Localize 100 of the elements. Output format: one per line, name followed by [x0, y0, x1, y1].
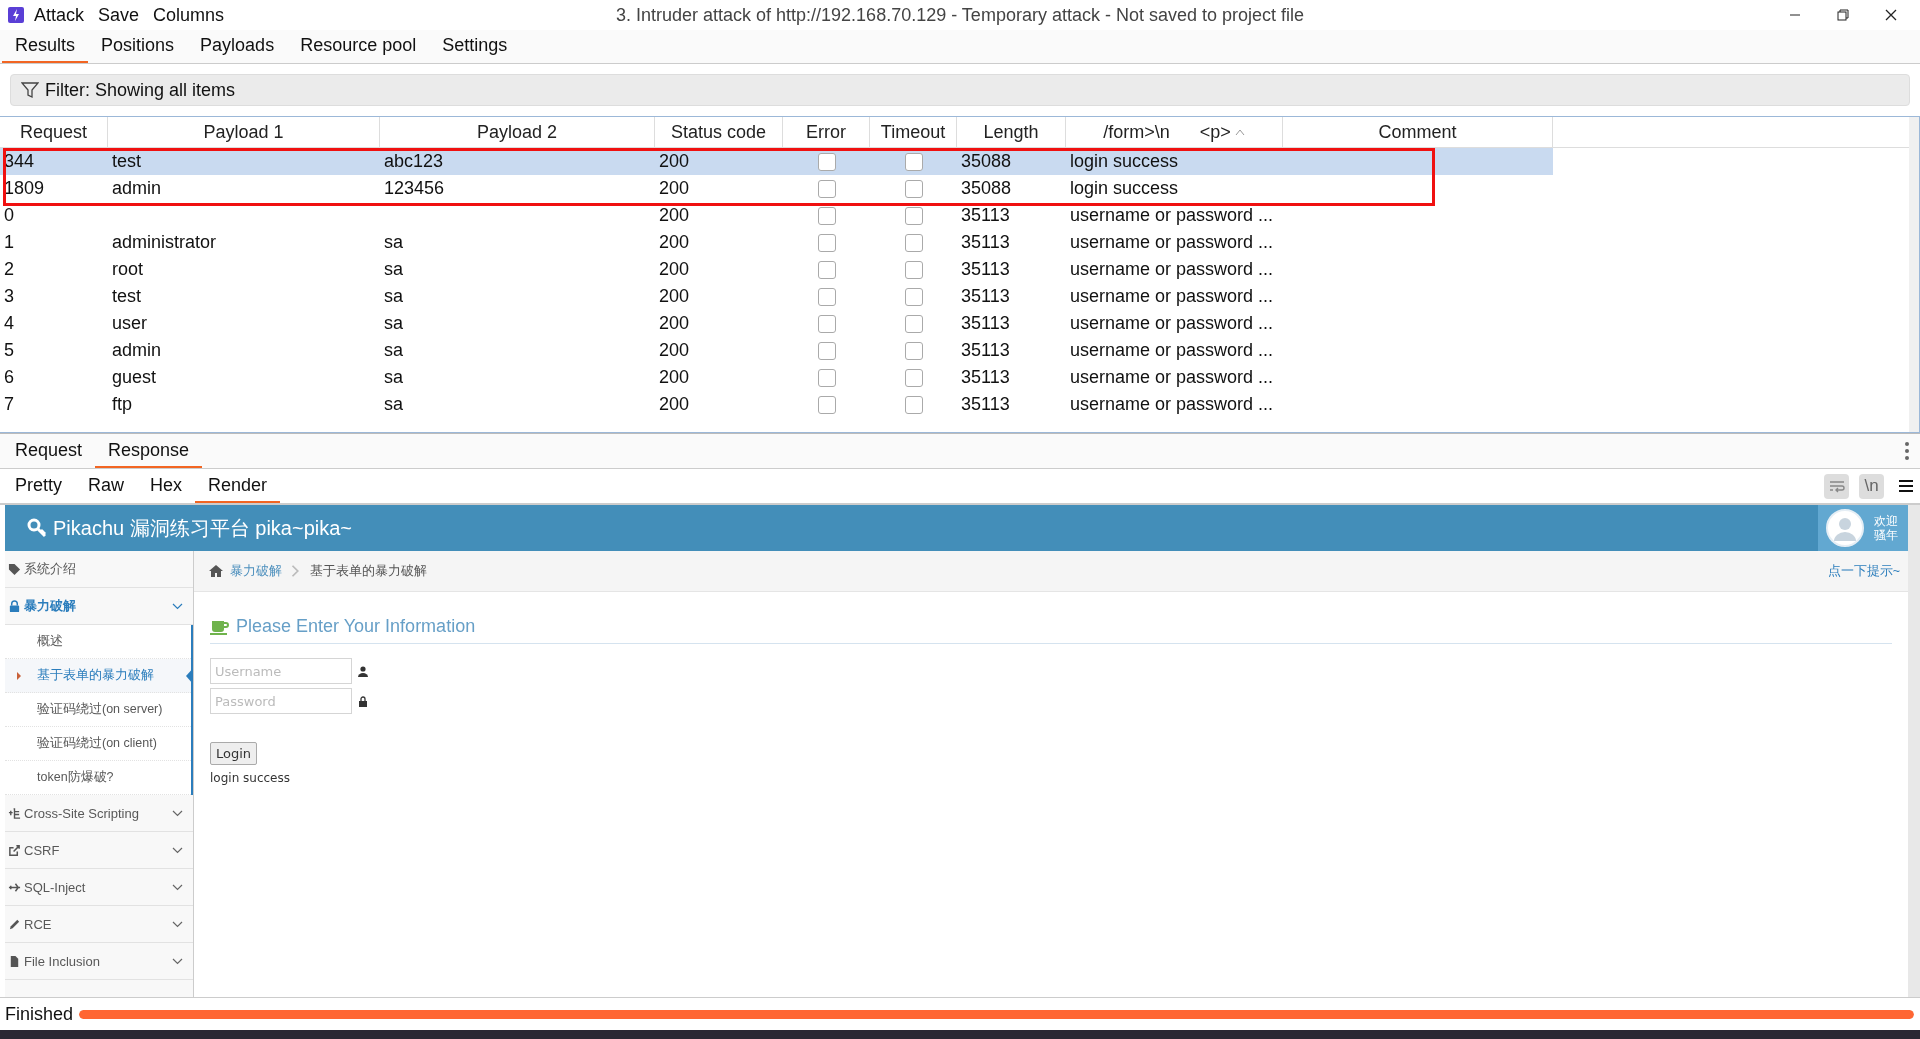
table-cell: admin [112, 340, 162, 361]
table-cell: 1 [4, 232, 14, 253]
table-cell: sa [384, 286, 403, 307]
table-cell: 7 [4, 394, 14, 415]
column-header[interactable]: /form>\n <p> [1066, 117, 1283, 147]
tab[interactable]: Render [195, 469, 281, 503]
filter-bar[interactable]: Filter: Showing all items [10, 74, 1910, 106]
tab[interactable]: Positions [88, 30, 188, 63]
column-header[interactable]: Timeout [870, 117, 957, 147]
welcome-text: 骚年 [1874, 528, 1898, 542]
table-cell: 5 [4, 340, 14, 361]
table-cell: username or password ... [1070, 340, 1274, 361]
tab[interactable]: Request [2, 434, 96, 468]
table-row[interactable]: 1 administrator sa 200 35113 username or password ... [0, 229, 1553, 256]
status-text: Finished [5, 1003, 74, 1025]
table-cell: 344 [4, 151, 35, 172]
table-cell: sa [384, 340, 403, 361]
table-cell: 35113 [961, 286, 1010, 307]
table-cell: 200 [659, 286, 690, 307]
sidebar-item[interactable]: SQL-Inject [5, 869, 193, 906]
table-cell: 200 [659, 313, 690, 334]
sidebar-item[interactable]: File Inclusion [5, 943, 193, 980]
sidebar-label: 暴力破解 [24, 597, 76, 615]
column-header[interactable]: Comment [1283, 117, 1553, 147]
filter-label: Filter: Showing all items [45, 79, 236, 101]
table-cell: 35113 [961, 232, 1010, 253]
sidebar-subitem[interactable]: token防爆破? [5, 761, 191, 795]
tab[interactable]: Payloads [187, 30, 288, 63]
table-cell: username or password ... [1070, 394, 1274, 415]
column-header[interactable]: Request [0, 117, 108, 147]
sidebar-subitem[interactable]: 验证码绕过(on client) [5, 727, 191, 761]
table-row[interactable]: 7 ftp sa 200 35113 username or password ... [0, 391, 1553, 418]
table-cell: 35088 [961, 178, 1012, 199]
table-row[interactable]: 2 root sa 200 35113 username or password ... [0, 256, 1553, 283]
tab[interactable]: Response [95, 434, 203, 468]
table-cell: sa [384, 367, 403, 388]
site-title: Pikachu 漏洞练习平台 pika~pika~ [53, 515, 352, 541]
tab[interactable]: Raw [75, 469, 138, 503]
menu-item[interactable]: Save [98, 4, 140, 26]
table-cell: 35113 [961, 313, 1010, 334]
form-heading: Please Enter Your Information [236, 616, 476, 637]
table-cell: 200 [659, 259, 690, 280]
menu-item[interactable]: Columns [153, 4, 225, 26]
table-cell: 2 [4, 259, 14, 280]
sidebar-item[interactable]: Cross-Site Scripting [5, 795, 193, 832]
table-cell: administrator [112, 232, 217, 253]
table-cell: login success [1070, 151, 1179, 172]
tab[interactable]: Settings [429, 30, 521, 63]
tab[interactable]: Hex [137, 469, 196, 503]
sidebar-subitem[interactable]: 基于表单的暴力破解 [5, 659, 191, 693]
table-cell: username or password ... [1070, 313, 1274, 334]
table-cell: guest [112, 367, 157, 388]
table-cell: 200 [659, 340, 690, 361]
sidebar-item[interactable]: RCE [5, 906, 193, 943]
tab[interactable]: Results [2, 30, 89, 63]
table-cell: admin [112, 178, 162, 199]
table-cell: username or password ... [1070, 205, 1274, 226]
newline-button[interactable]: \n [1859, 473, 1884, 499]
column-header[interactable]: Payload 2 [380, 117, 655, 147]
table-cell: sa [384, 232, 403, 253]
table-cell: username or password ... [1070, 286, 1274, 307]
column-header[interactable]: Length [957, 117, 1066, 147]
tab[interactable]: Resource pool [287, 30, 430, 63]
table-cell: user [112, 313, 147, 334]
welcome-text: 欢迎 [1874, 514, 1898, 528]
sidebar-subitem[interactable]: 验证码绕过(on server) [5, 693, 191, 727]
table-row[interactable]: 4 user sa 200 35113 username or password ... [0, 310, 1553, 337]
result-message: login success [210, 771, 291, 785]
password-field[interactable]: Password [210, 688, 352, 714]
table-cell: 35113 [961, 340, 1010, 361]
username-field[interactable]: Username [210, 658, 352, 684]
table-row[interactable]: 1809 admin 123456 200 35088 login success [0, 175, 1553, 202]
table-cell: 35113 [961, 367, 1010, 388]
column-header[interactable]: Status code [655, 117, 783, 147]
table-cell: 200 [659, 232, 690, 253]
sidebar-item[interactable]: CSRF [5, 832, 193, 869]
sidebar-label: CSRF [24, 842, 60, 858]
table-cell: sa [384, 313, 403, 334]
table-row[interactable]: 0 200 35113 username or password ... [0, 202, 1553, 229]
table-cell: 200 [659, 151, 690, 172]
table-cell: sa [384, 394, 403, 415]
login-button[interactable]: Login [210, 742, 258, 765]
table-cell: 6 [4, 367, 14, 388]
table-cell: 4 [4, 313, 14, 334]
column-header[interactable]: Payload 1 [108, 117, 380, 147]
column-header[interactable]: Error [783, 117, 870, 147]
menu-item[interactable]: Attack [34, 4, 85, 26]
sidebar-subitem[interactable]: 概述 [5, 625, 191, 659]
table-cell: login success [1070, 178, 1179, 199]
hint-link[interactable]: 点一下提示~ [1827, 562, 1900, 580]
table-cell: 200 [659, 394, 690, 415]
tab[interactable]: Pretty [2, 469, 75, 503]
table-row[interactable]: 5 admin sa 200 35113 username or password ... [0, 337, 1553, 364]
table-row[interactable]: 6 guest sa 200 35113 username or password ... [0, 364, 1553, 391]
table-cell: abc123 [384, 151, 444, 172]
sidebar-label: SQL-Inject [24, 879, 86, 895]
table-cell: root [112, 259, 144, 280]
sidebar-label: 系统介绍 [24, 560, 76, 578]
table-row[interactable]: 3 test sa 200 35113 username or password ... [0, 283, 1553, 310]
sidebar-item[interactable]: 系统介绍 [5, 551, 193, 588]
